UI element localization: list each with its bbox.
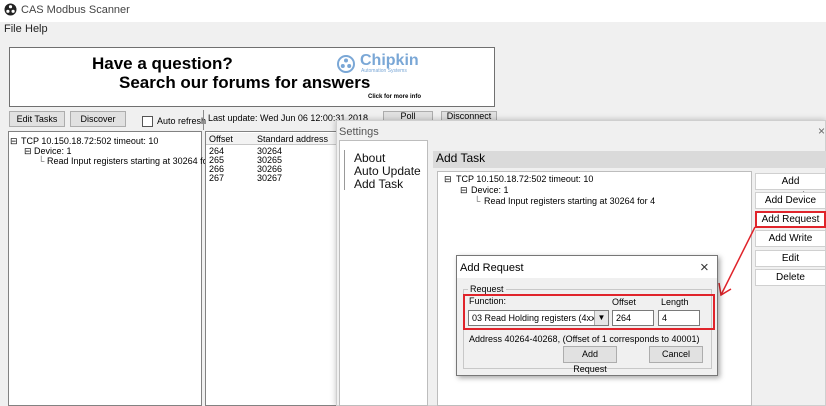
tree-expander-icon[interactable]: ⊟ [10,136,18,147]
function-select[interactable]: 03 Read Holding registers (4xxxx) [468,310,609,326]
chipkin-logo-subtitle: Automation Systems [361,68,407,74]
grid-cell-offset: 267 [209,173,225,183]
request-group-label: Request [468,284,506,294]
add-write-button[interactable]: Add Write [755,230,826,247]
add-task-tree-expander-icon[interactable]: ⊟ [444,174,452,185]
grid-header-address[interactable]: Standard address [257,134,336,144]
app-title: CAS Modbus Scanner [21,4,130,16]
discover-button[interactable]: Discover [70,111,126,127]
tree-device-expander-icon[interactable]: ⊟ [24,146,32,157]
add-task-tree-connection[interactable]: TCP 10.150.18.72:502 timeout: 10 [456,174,593,184]
menu-bar [0,22,826,38]
edit-button[interactable]: Edit [755,250,826,267]
nav-about[interactable]: About [354,151,385,165]
add-task-tree-device[interactable]: Device: 1 [471,185,509,195]
banner-headline: Have a question? [92,54,233,73]
length-label: Length [661,297,689,307]
annotation-arrow [718,226,756,297]
dialog-cancel-button[interactable]: Cancel [649,346,703,363]
menu-help[interactable]: Help [25,23,48,35]
tree-request[interactable]: Read Input registers starting at 30264 f… [47,156,218,166]
add-task-tree-request[interactable]: Read Input registers starting at 30264 f… [484,196,655,206]
banner-click-text: Click for more info [368,94,422,100]
add-task-tree-device-expander-icon[interactable]: ⊟ [460,185,468,196]
tree-connection[interactable]: TCP 10.150.18.72:502 timeout: 10 [21,136,158,146]
settings-close-icon[interactable]: × [818,124,826,138]
function-select-value: 03 Read Holding registers (4xxxx) [472,313,608,323]
nav-auto-update[interactable]: Auto Update [354,164,421,178]
nav-tree-line [344,150,345,190]
auto-refresh-label: Auto refresh [157,116,207,126]
add-request-button[interactable]: Add Request [755,211,826,228]
length-input[interactable]: 4 [658,310,700,326]
settings-title: Settings [339,126,379,138]
toolbar-divider [203,110,204,130]
chevron-down-icon[interactable]: ▼ [594,311,608,325]
nav-add-task[interactable]: Add Task [354,177,403,191]
add-task-header: Add Task [433,151,826,168]
tree-branch-icon: └ [38,156,45,166]
auto-refresh-checkbox[interactable] [142,116,153,127]
edit-tasks-button[interactable]: Edit Tasks [9,111,65,127]
delete-button[interactable]: Delete [755,269,826,286]
dialog-add-request-button[interactable]: Add Request [563,346,617,374]
add-device-button[interactable]: Add Device [755,192,826,209]
task-tree-panel[interactable] [8,131,202,406]
function-label: Function: [469,296,507,306]
banner-subheadline: Search our forums for answers [119,73,371,92]
grid-header-offset[interactable]: Offset [209,134,233,144]
chipkin-logo-icon [337,55,355,73]
dialog-title: Add Request [460,262,524,274]
offset-input[interactable]: 264 [612,310,654,326]
app-icon [4,3,17,16]
offset-label: Offset [612,297,636,307]
address-note: Address 40264-40268, (Offset of 1 corres… [469,334,700,344]
dialog-close-icon[interactable]: × [700,259,709,276]
add-connection-button[interactable]: Add Connection [755,173,826,202]
add-task-tree-branch-icon: └ [474,196,481,206]
grid-cell-address: 30267 [257,173,283,183]
tree-device[interactable]: Device: 1 [34,146,72,156]
menu-file[interactable]: File [4,23,22,35]
